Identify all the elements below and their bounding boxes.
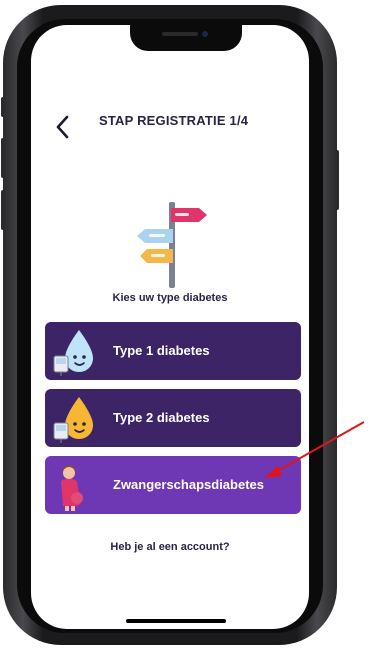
front-camera [202,31,208,37]
home-indicator [126,619,226,623]
app-screen: STAP REGISTRATIE 1/4 Kies uw type diabet… [31,25,309,629]
notch [130,25,242,51]
option-type-1-diabetes[interactable]: Type 1 diabetes [45,322,301,380]
page-title: STAP REGISTRATIE 1/4 [99,113,249,128]
signpost-icon [137,202,207,288]
blue-drop-with-meter-icon [53,330,93,376]
option-label: Type 1 diabetes [113,343,210,358]
option-label: Type 2 diabetes [113,410,210,425]
choose-type-prompt: Kies uw type diabetes [112,292,228,304]
red-arrow-pointer [264,421,365,478]
existing-account-link[interactable]: Heb je al een account? [31,541,309,553]
back-button[interactable] [53,115,73,139]
screenshot-stage: STAP REGISTRATIE 1/4 Kies uw type diabet… [0,0,368,648]
speaker-grille [162,32,198,36]
chevron-left-icon [56,115,69,139]
pregnant-woman-icon [61,465,83,511]
orange-drop-with-meter-icon [53,397,93,443]
option-label: Zwangerschapsdiabetes [113,477,264,492]
